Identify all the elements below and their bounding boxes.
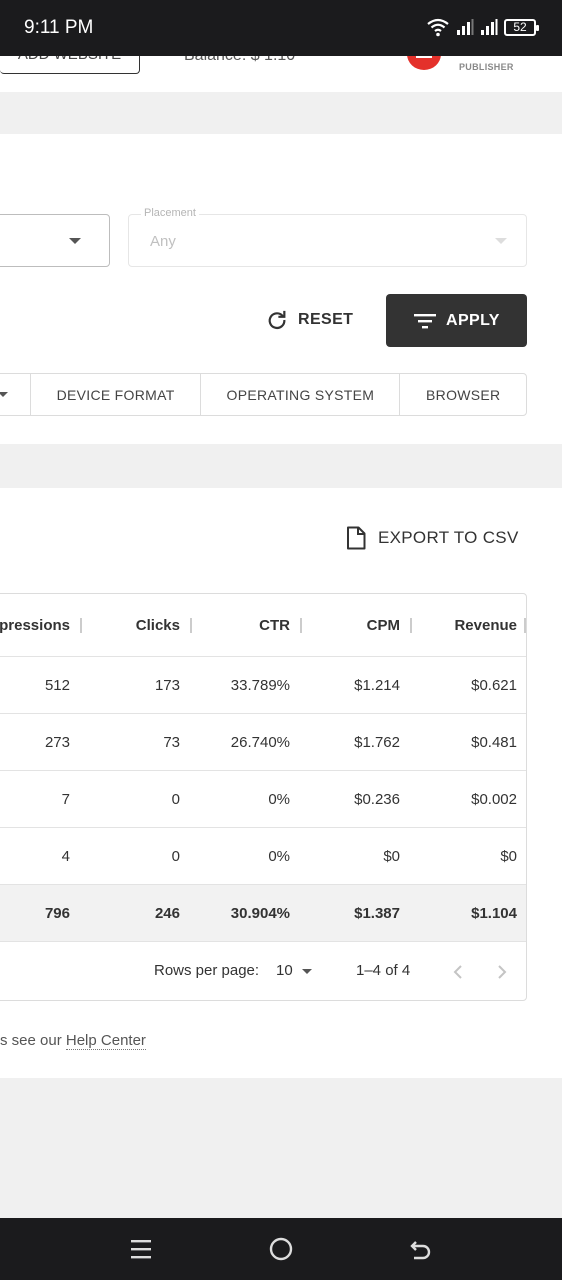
placement-value: Any [150,233,176,250]
total-impressions: 796 [44,905,70,922]
impressions-cell: 7 [61,791,70,808]
home-icon[interactable] [268,1236,294,1262]
ctr-cell: 0% [268,791,290,808]
clicks-cell: 0 [171,791,180,808]
revenue-cell: $0.002 [471,791,517,808]
table-row: 4 0 0% $0 $0 [0,828,526,885]
filter-card: Placement Any RESET APPLY DEVICE FORMAT … [0,134,562,444]
navigation-bar [0,1218,562,1280]
report-table: pressions Clicks CTR CPM Revenue 512 173… [0,593,527,1001]
cpm-cell: $1.214 [354,677,400,694]
rows-per-page-value: 10 [276,962,293,979]
signal-icon [457,19,474,35]
chevron-down-icon [302,969,312,974]
placement-label: Placement [141,207,199,219]
column-header-cpm[interactable]: CPM [367,617,400,634]
help-prefix: s see our [0,1032,66,1049]
tab-device-format[interactable]: DEVICE FORMAT [31,374,202,415]
status-bar: 9:11 PM 52 [0,0,562,56]
chevron-down-icon [495,238,507,244]
filter-icon [414,313,436,328]
totals-row: 796 246 30.904% $1.387 $1.104 [0,885,526,942]
ctr-cell: 33.789% [230,677,290,694]
battery-icon: 52 [504,18,539,36]
total-clicks: 246 [154,905,180,922]
refresh-icon [268,310,286,330]
table-pagination: Rows per page: 10 1–4 of 4 [0,942,526,1000]
rows-per-page-label: Rows per page: [154,962,260,979]
total-ctr: 30.904% [230,905,290,922]
column-header-clicks[interactable]: Clicks [136,617,180,634]
app-header: ADD WEBSITE Balance: $ 1.10 PUBLISHER [0,56,562,92]
table-row: 512 173 33.789% $1.214 $0.621 [0,657,526,714]
filter-select[interactable] [0,214,110,267]
menu-icon[interactable] [128,1236,154,1262]
page-range: 1–4 of 4 [356,962,411,979]
column-divider [300,618,302,633]
add-website-button[interactable]: ADD WEBSITE [0,56,140,74]
chevron-down-icon [69,238,81,244]
chevron-down-icon [0,392,8,397]
tab-hidden[interactable] [0,374,31,415]
cpm-cell: $0.236 [354,791,400,808]
group-by-tabs: DEVICE FORMAT OPERATING SYSTEM BROWSER [0,373,527,416]
impressions-cell: 4 [61,848,70,865]
column-divider [190,618,192,633]
reset-button[interactable]: RESET [260,294,370,346]
cpm-cell: $1.762 [354,734,400,751]
revenue-cell: $0 [500,848,517,865]
total-cpm: $1.387 [354,905,400,922]
column-header-ctr[interactable]: CTR [259,617,290,634]
tab-operating-system[interactable]: OPERATING SYSTEM [201,374,401,415]
export-csv-button[interactable]: EXPORT TO CSV [346,526,519,550]
table-row: 273 73 26.740% $1.762 $0.481 [0,714,526,771]
status-icons: 52 [426,17,539,37]
column-divider [524,618,526,633]
file-icon [347,526,366,550]
apply-button[interactable]: APPLY [386,294,527,347]
apply-label: APPLY [446,311,500,329]
cpm-cell: $0 [383,848,400,865]
chevron-right-icon[interactable] [496,964,508,980]
ctr-cell: 0% [268,848,290,865]
table-header: pressions Clicks CTR CPM Revenue [0,594,526,657]
revenue-cell: $0.621 [471,677,517,694]
column-divider [410,618,412,633]
help-text: s see our Help Center [0,1032,146,1050]
column-divider [80,618,82,633]
signal-icon-2 [481,19,498,35]
impressions-cell: 512 [44,677,70,694]
rows-per-page-select[interactable]: 10 [276,962,316,982]
table-row: 7 0 0% $0.236 $0.002 [0,771,526,828]
wifi-icon [427,18,449,37]
column-header-revenue[interactable]: Revenue [454,617,517,634]
placement-select[interactable]: Placement Any [128,207,527,267]
ctr-cell: 26.740% [230,734,290,751]
revenue-cell: $0.481 [471,734,517,751]
chevron-left-icon[interactable] [452,964,464,980]
column-header-impressions[interactable]: pressions [0,617,70,634]
back-icon[interactable] [408,1236,434,1262]
status-time: 9:11 PM [24,17,94,38]
reset-label: RESET [298,311,354,328]
report-card: EXPORT TO CSV pressions Clicks CTR CPM R… [0,488,562,1078]
brand-subtitle: PUBLISHER [459,62,514,72]
total-revenue: $1.104 [471,905,517,922]
clicks-cell: 0 [171,848,180,865]
tab-browser[interactable]: BROWSER [400,374,526,415]
impressions-cell: 273 [44,734,70,751]
balance-display: Balance: $ 1.10 [184,56,295,65]
help-center-link[interactable]: Help Center [65,1032,146,1050]
clicks-cell: 173 [154,677,180,694]
export-label: EXPORT TO CSV [378,528,519,547]
clicks-cell: 73 [163,734,180,751]
brand-logo [407,56,441,70]
